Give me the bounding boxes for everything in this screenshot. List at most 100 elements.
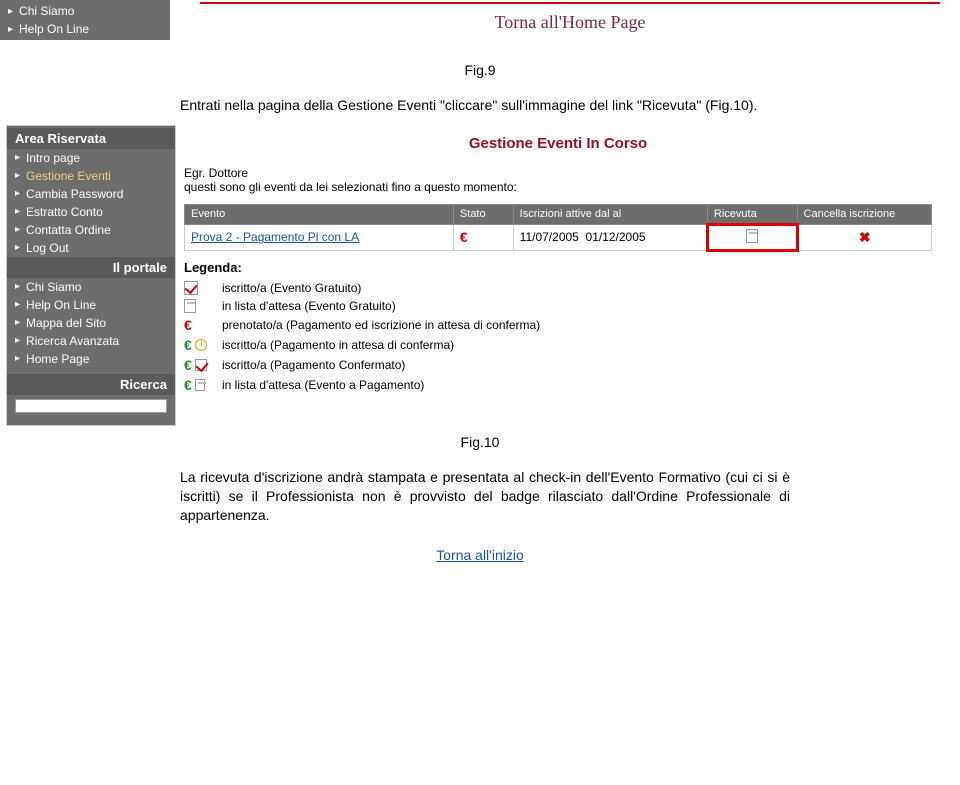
clock-icon xyxy=(195,339,207,351)
intro-text: questi sono gli eventi da lei selezionat… xyxy=(184,180,932,194)
sidebar-item-ricerca-avanzata[interactable]: ▸ Ricerca Avanzata xyxy=(7,332,175,350)
sidebar-item-help[interactable]: ▸ Help On Line xyxy=(0,20,170,38)
legend-row: € iscritto/a (Pagamento in attesa di con… xyxy=(184,335,932,355)
sidebar-label: Chi Siamo xyxy=(26,280,81,294)
legend-icon xyxy=(184,299,214,313)
bullet-icon: ▸ xyxy=(15,281,20,292)
paragraph-1: Entrati nella pagina della Gestione Even… xyxy=(180,96,790,115)
euro-icon: € xyxy=(184,337,192,353)
sidebar-label: Mappa del Sito xyxy=(26,316,106,330)
sidebar-label: Help On Line xyxy=(19,22,89,36)
check-icon xyxy=(184,281,198,295)
paragraph-2: La ricevuta d'iscrizione andrà stampata … xyxy=(180,468,790,525)
bullet-icon: ▸ xyxy=(15,335,20,346)
th-cancella: Cancella iscrizione xyxy=(797,204,931,224)
bullet-icon: ▸ xyxy=(15,206,20,217)
cell-evento[interactable]: Prova 2 - Pagamento Pl con LA xyxy=(185,224,454,250)
cell-stato: € xyxy=(453,224,513,250)
euro-strike-icon: € xyxy=(184,317,192,333)
sidebar-main: Area Riservata ▸ Intro page ▸ Gestione Eve… xyxy=(6,125,176,426)
home-page-link[interactable]: Torna all'Home Page xyxy=(180,12,960,33)
sidebar-item-estratto-conto[interactable]: ▸ Estratto Conto xyxy=(7,203,175,221)
sidebar-label: Cambia Password xyxy=(26,187,123,201)
bullet-icon: ▸ xyxy=(8,6,13,17)
check-icon xyxy=(195,359,207,371)
sidebar-label: Home Page xyxy=(26,352,89,366)
sidebar-label: Intro page xyxy=(26,151,80,165)
bullet-icon: ▸ xyxy=(15,242,20,253)
table-row: Prova 2 - Pagamento Pl con LA € 11/07/20… xyxy=(185,224,932,250)
bullet-icon: ▸ xyxy=(15,152,20,163)
content-column: Gestione Eventi In Corso Egr. Dottore qu… xyxy=(176,125,940,426)
sidebar-section-ricerca: Ricerca xyxy=(7,374,175,395)
legend-title: Legenda: xyxy=(184,260,932,275)
legend-row: € in lista d'attesa (Evento a Pagamento) xyxy=(184,375,932,395)
sidebar-item-intro[interactable]: ▸ Intro page xyxy=(7,149,175,167)
events-table: Evento Stato Iscrizioni attive dal al Ri… xyxy=(184,204,932,252)
sidebar-item-contatta-ordine[interactable]: ▸ Contatta Ordine xyxy=(7,221,175,239)
legend-text: prenotato/a (Pagamento ed iscrizione in … xyxy=(222,318,540,332)
content-title: Gestione Eventi In Corso xyxy=(184,135,932,152)
sidebar-item-chi-siamo-2[interactable]: ▸ Chi Siamo xyxy=(7,278,175,296)
legend-text: in lista d'attesa (Evento Gratuito) xyxy=(222,299,396,313)
legend-text: iscritto/a (Pagamento in attesa di confe… xyxy=(222,338,454,352)
bullet-icon: ▸ xyxy=(8,24,13,35)
sidebar-item-logout[interactable]: ▸ Log Out xyxy=(7,239,175,257)
euro-icon: € xyxy=(184,377,192,393)
sidebar-label: Help On Line xyxy=(26,298,96,312)
sidebar-label: Gestione Eventi xyxy=(26,169,111,183)
sidebar-label: Log Out xyxy=(26,241,69,255)
legend-icon xyxy=(184,281,214,295)
legend-text: in lista d'attesa (Evento a Pagamento) xyxy=(222,378,424,392)
bullet-icon: ▸ xyxy=(15,188,20,199)
legend-row: in lista d'attesa (Evento Gratuito) xyxy=(184,297,932,315)
sidebar-label: Contatta Ordine xyxy=(26,223,111,237)
bullet-icon: ▸ xyxy=(15,299,20,310)
sidebar-item-gestione-eventi[interactable]: ▸ Gestione Eventi xyxy=(7,167,175,185)
cell-date: 11/07/2005 01/12/2005 xyxy=(513,224,707,250)
figure-10-screenshot: Area Riservata ▸ Intro page ▸ Gestione Eve… xyxy=(6,125,940,426)
bullet-icon: ▸ xyxy=(15,317,20,328)
euro-icon: € xyxy=(184,357,192,373)
delete-icon: ✖ xyxy=(859,229,871,245)
table-header-row: Evento Stato Iscrizioni attive dal al Ri… xyxy=(185,204,932,224)
sidebar-section-area-riservata: Area Riservata xyxy=(7,128,175,149)
sidebar-item-home-page[interactable]: ▸ Home Page xyxy=(7,350,175,368)
sidebar-item-mappa[interactable]: ▸ Mappa del Sito xyxy=(7,314,175,332)
legend-row: € prenotato/a (Pagamento ed iscrizione i… xyxy=(184,315,932,335)
sidebar-top: ▸ Chi Siamo ▸ Help On Line xyxy=(0,0,170,40)
bullet-icon: ▸ xyxy=(15,224,20,235)
cell-ricevuta[interactable] xyxy=(707,224,797,250)
search-input[interactable] xyxy=(15,399,167,413)
document-icon xyxy=(195,379,205,391)
legend-row: € iscritto/a (Pagamento Confermato) xyxy=(184,355,932,375)
document-icon xyxy=(184,299,196,313)
legend-icon: € xyxy=(184,317,214,333)
legend-icon: € xyxy=(184,337,214,353)
back-to-top-link[interactable]: Torna all'inizio xyxy=(0,547,960,563)
cell-cancella[interactable]: ✖ xyxy=(797,224,931,250)
legend-text: iscritto/a (Pagamento Confermato) xyxy=(222,358,405,372)
sidebar-item-help-2[interactable]: ▸ Help On Line xyxy=(7,296,175,314)
legend-row: iscritto/a (Evento Gratuito) xyxy=(184,279,932,297)
sidebar-item-cambia-password[interactable]: ▸ Cambia Password xyxy=(7,185,175,203)
legend-icon: € xyxy=(184,357,214,373)
sidebar-item-chi-siamo[interactable]: ▸ Chi Siamo xyxy=(0,2,170,20)
th-stato: Stato xyxy=(453,204,513,224)
th-evento: Evento xyxy=(185,204,454,224)
sidebar-label: Estratto Conto xyxy=(26,205,103,219)
euro-strike-icon: € xyxy=(460,229,468,245)
sidebar-section-portale: Il portale xyxy=(7,257,175,278)
header-box: Torna all'Home Page xyxy=(180,0,960,33)
th-iscrizioni: Iscrizioni attive dal al xyxy=(513,204,707,224)
bullet-icon: ▸ xyxy=(15,353,20,364)
figure-label-10: Fig.10 xyxy=(0,434,960,450)
divider-line xyxy=(200,2,940,4)
document-icon xyxy=(746,229,758,243)
th-ricevuta: Ricevuta xyxy=(707,204,797,224)
sidebar-label: Ricerca Avanzata xyxy=(26,334,119,348)
bullet-icon: ▸ xyxy=(15,170,20,181)
greeting: Egr. Dottore xyxy=(184,166,932,180)
legend-icon: € xyxy=(184,377,214,393)
sidebar-label: Chi Siamo xyxy=(19,4,74,18)
